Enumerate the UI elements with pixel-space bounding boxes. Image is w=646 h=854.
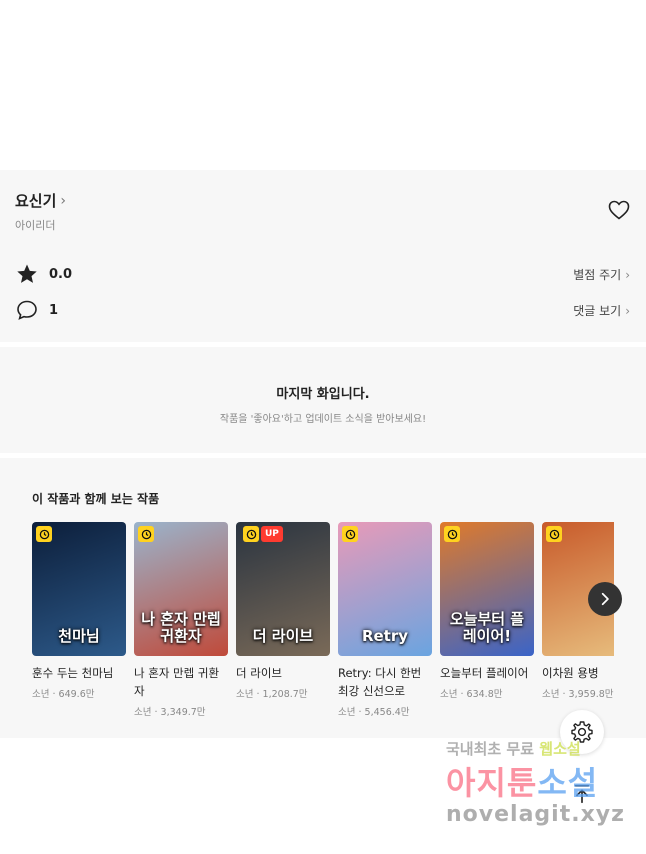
chevron-right-icon: ›: [60, 192, 67, 209]
card-meta: 소년 · 5,456.4만: [338, 707, 410, 718]
site-watermark: 국내최초 무료 웹소설 아지툰소설 novelagit.xyz: [446, 738, 636, 838]
work-title: 요신기: [15, 192, 57, 210]
recommendation-card[interactable]: 오늘부터 플레이어! 오늘부터 플레이어소년 · 634.8만: [440, 522, 534, 700]
card-meta: 소년 · 1,208.7만: [236, 689, 308, 700]
card-meta: 소년 · 634.8만: [440, 689, 503, 700]
chevron-right-icon: [601, 592, 609, 606]
clock-icon: [444, 526, 460, 542]
cover-title-art: 천마님: [58, 626, 100, 645]
up-tag: UP: [261, 526, 283, 542]
notice-title: 마지막 화입니다.: [276, 387, 370, 402]
comment-stat: 1: [15, 298, 58, 322]
settings-button[interactable]: [560, 710, 604, 754]
card-meta: 소년 · 649.6만: [32, 689, 95, 700]
speech-bubble-icon: [17, 300, 37, 320]
card-title: 더 라이브: [236, 666, 282, 680]
card-meta: 소년 · 3,959.8만: [542, 689, 614, 700]
card-title: 훈수 두는 천마님: [32, 666, 114, 680]
clock-icon: [138, 526, 154, 542]
cover-image: 천마님: [32, 522, 126, 656]
recommendation-card[interactable]: Retry Retry: 다시 한번 최강 신선으로소년 · 5,456.4만: [338, 522, 432, 718]
watermark-line-1: 국내최초 무료 웹소설: [446, 740, 581, 758]
notice-subtitle: 작품을 '좋아요'하고 업데이트 소식을 받아보세요!: [219, 414, 427, 425]
cover-title-art: Retry: [361, 626, 409, 645]
clock-icon: [342, 526, 358, 542]
recommendation-card[interactable]: 천마님훈수 두는 천마님소년 · 649.6만: [32, 522, 126, 700]
card-title: 이차원 용병: [542, 666, 599, 680]
clock-icon: [243, 526, 259, 542]
recommendation-carousel: 천마님 훈수 두는 천마님 소년 · 649.6만 나 혼자 만렙 귀환자 나 혼자 만…: [32, 522, 614, 732]
clock-icon: [546, 526, 562, 542]
rate-button[interactable]: 별점 주기 ›: [573, 266, 630, 283]
cover-title-art: 더 라이브: [252, 626, 314, 645]
heart-icon[interactable]: [606, 198, 632, 222]
card-title: Retry: 다시 한번 최강 신선으로: [338, 666, 422, 698]
rating-stat: 0.0: [15, 262, 72, 286]
view-comments-button[interactable]: 댓글 보기 ›: [573, 302, 630, 319]
rating-value: 0.0: [49, 266, 73, 282]
cover-image: UP 더 라이브: [236, 522, 330, 656]
recommendations-section: 이 작품과 함께 보는 작품 천마님 훈수 두는 천마님 소년 · 649.6만 나 …: [0, 458, 646, 738]
work-info-panel: 요신기 › 아이리더 0.0 1 별점 주기 › 댓글 보기 ›: [0, 170, 646, 342]
watermark-url: novelagit.xyz: [446, 802, 625, 827]
card-title: 나 혼자 만렙 귀환자: [134, 666, 220, 698]
gear-icon: [571, 721, 593, 743]
update-badge: UP: [240, 526, 286, 542]
clock-icon: [36, 526, 52, 542]
rate-label: 별점 주기: [573, 268, 622, 282]
cover-title-art: 나 혼자 만렙 귀환자: [141, 610, 221, 645]
cover-image: 오늘부터 플레이어!: [440, 522, 534, 656]
chevron-right-icon: ›: [625, 267, 630, 282]
chevron-right-icon: ›: [625, 303, 630, 318]
scroll-top-button[interactable]: [566, 778, 598, 810]
cover-image: 나 혼자 만렙 귀환자: [134, 522, 228, 656]
carousel-next-button[interactable]: [588, 582, 622, 616]
recommendation-card[interactable]: UP 더 라이브 더 라이브 소년 · 1,208.7만: [236, 522, 330, 700]
viewer-end-page: 요신기 › 아이리더 0.0 1 별점 주기 › 댓글 보기 › 마지막 화입니…: [0, 0, 646, 854]
card-title: 오늘부터 플레이어: [440, 666, 529, 680]
arrow-up-icon: [574, 784, 590, 804]
card-meta: 소년 · 3,349.7만: [134, 707, 206, 718]
recommendation-card[interactable]: 나 혼자 만렙 귀환자 나 혼자 만렙 귀환자 소년 · 3,349.7만: [134, 522, 228, 718]
work-title-link[interactable]: 요신기 ›: [15, 190, 66, 211]
cover-title-art: 오늘부터 플레이어!: [449, 610, 525, 645]
cover-image: Retry: [338, 522, 432, 656]
last-episode-notice: 마지막 화입니다. 작품을 '좋아요'하고 업데이트 소식을 받아보세요!: [0, 347, 646, 453]
work-author: 아이리더: [15, 219, 56, 232]
recommendations-heading: 이 작품과 함께 보는 작품: [32, 492, 160, 506]
view-comments-label: 댓글 보기: [573, 304, 622, 318]
star-icon: [17, 264, 37, 283]
comment-count: 1: [49, 302, 59, 318]
